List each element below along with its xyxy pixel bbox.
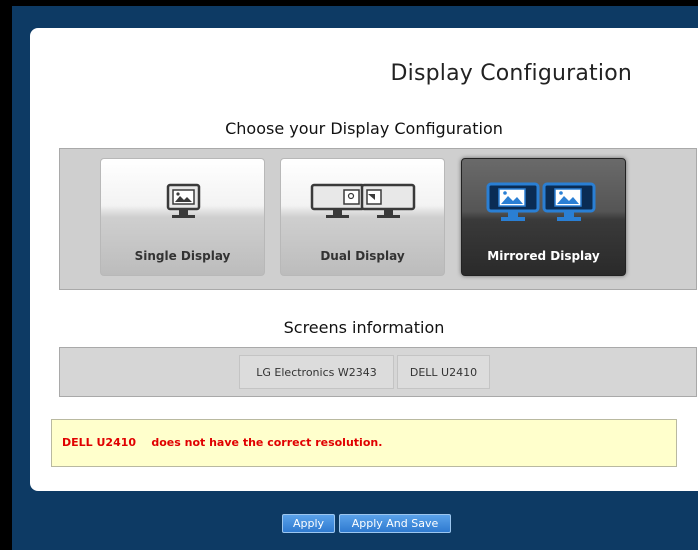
apply-button[interactable]: Apply <box>282 514 335 533</box>
window-frame-left <box>0 0 12 550</box>
alert-message: DELL U2410 does not have the correct res… <box>62 436 383 449</box>
dual-display-option[interactable]: Dual Display <box>280 158 445 276</box>
display-options-area: Single Display Dual Display Mirrored Dis… <box>59 148 697 290</box>
screens-list: LG Electronics W2343 DELL U2410 <box>59 347 697 397</box>
page-title: Display Configuration <box>390 61 632 86</box>
single-display-label: Single Display <box>134 249 231 263</box>
resolution-alert: DELL U2410 does not have the correct res… <box>51 419 677 467</box>
screen-item-lg[interactable]: LG Electronics W2343 <box>239 355 394 389</box>
single-display-option[interactable]: Single Display <box>100 158 265 276</box>
configuration-panel: Display Configuration Choose your Displa… <box>30 28 698 491</box>
dual-display-label: Dual Display <box>320 249 405 263</box>
mirrored-display-option[interactable]: Mirrored Display <box>461 158 626 276</box>
screen-item-dell[interactable]: DELL U2410 <box>397 355 490 389</box>
mirrored-display-label: Mirrored Display <box>487 249 600 263</box>
apply-and-save-button[interactable]: Apply And Save <box>339 514 451 533</box>
configuration-heading: Choose your Display Configuration <box>225 119 503 138</box>
window-frame-top <box>0 0 698 6</box>
screens-heading: Screens information <box>283 318 445 337</box>
